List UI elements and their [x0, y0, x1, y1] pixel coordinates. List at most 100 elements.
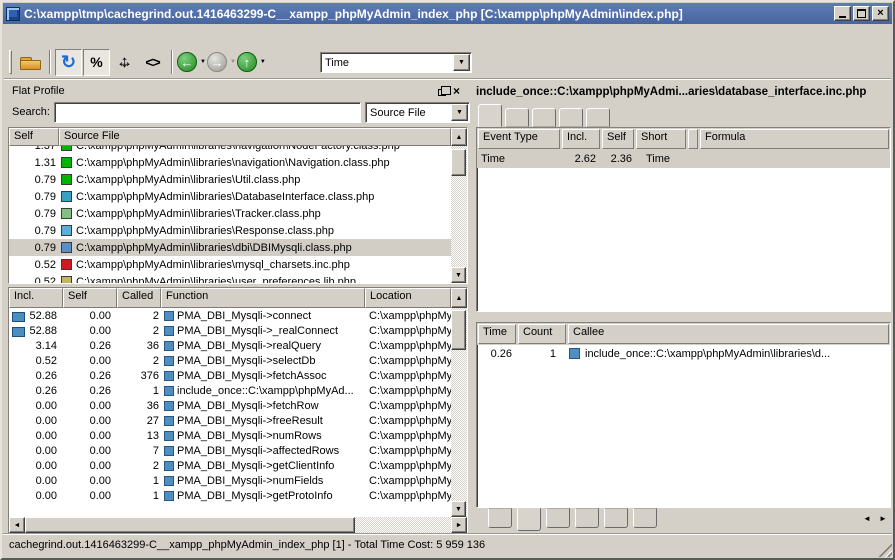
maximize-button[interactable]	[853, 6, 870, 21]
column-header-function[interactable]: Function	[161, 288, 365, 308]
combo-dropdown-button[interactable]: ▼	[451, 104, 468, 121]
open-file-button[interactable]	[17, 49, 44, 76]
scrollbar-thumb[interactable]	[25, 517, 355, 533]
file-list-vscrollbar[interactable]: ▼	[451, 146, 467, 283]
function-row[interactable]: 52.88 0.00 2 PMA_DBI_Mysqli->connect C:\…	[9, 308, 451, 323]
menu-item[interactable]	[34, 34, 38, 36]
file-row[interactable]: 0.52 C:\xampp\phpMyAdmin\libraries\user_…	[9, 273, 451, 283]
function-row[interactable]: 0.00 0.00 1 PMA_DBI_Mysqli->numFields C:…	[9, 473, 451, 488]
combo-dropdown-button[interactable]: ▼	[453, 54, 470, 71]
menu-item[interactable]	[76, 34, 80, 36]
forward-button[interactable]: → ▼	[207, 49, 236, 76]
detail-tab[interactable]	[586, 108, 610, 127]
column-header-self[interactable]: Self	[63, 288, 117, 308]
file-row[interactable]: 1.37 C:\xampp\phpMyAdmin\libraries\navig…	[9, 146, 451, 154]
tab-scroll-right-button[interactable]: ►	[875, 509, 891, 528]
column-header-incl[interactable]: Incl.	[562, 129, 600, 149]
scrollbar-track[interactable]	[25, 517, 451, 533]
scroll-down-button[interactable]: ▼	[451, 501, 466, 517]
menu-item[interactable]	[97, 34, 101, 36]
detail-bottom-tab[interactable]	[633, 508, 657, 528]
function-table-vscrollbar[interactable]: ▼	[451, 308, 467, 517]
detail-tab[interactable]	[532, 108, 556, 127]
toolbar-handle[interactable]	[9, 50, 12, 74]
dock-layout-button[interactable]: ↔ ↕	[111, 49, 138, 76]
detail-bottom-tab[interactable]	[517, 508, 541, 531]
file-self-cost: 0.52	[9, 259, 61, 271]
function-row[interactable]: 0.00 0.00 7 PMA_DBI_Mysqli->affectedRows…	[9, 443, 451, 458]
function-row[interactable]: 3.14 0.26 36 PMA_DBI_Mysqli->realQuery C…	[9, 338, 451, 353]
flat-profile-dock-header[interactable]: Flat Profile ×	[8, 82, 468, 99]
detail-tab[interactable]	[505, 108, 529, 127]
function-row[interactable]: 52.88 0.00 2 PMA_DBI_Mysqli->_realConnec…	[9, 323, 451, 338]
scroll-left-button[interactable]: ◄	[9, 517, 25, 533]
menu-item[interactable]	[55, 34, 59, 36]
file-path: C:\xampp\phpMyAdmin\libraries\Util.class…	[76, 174, 300, 186]
column-header-callee[interactable]: Callee	[568, 324, 889, 344]
file-row[interactable]: 0.52 C:\xampp\phpMyAdmin\libraries\mysql…	[9, 256, 451, 273]
event-types-header: Event Type Incl. Self Short Formula	[477, 128, 890, 150]
detail-tab[interactable]	[478, 104, 502, 127]
function-row[interactable]: 0.00 0.00 36 PMA_DBI_Mysqli->fetchRow C:…	[9, 398, 451, 413]
detail-bottom-tab[interactable]	[604, 508, 628, 528]
scroll-right-button[interactable]: ►	[451, 517, 467, 533]
column-header-formula[interactable]: Formula	[700, 129, 889, 149]
cell-incl: 0.00	[9, 490, 63, 502]
column-header-source-file[interactable]: Source File	[59, 128, 451, 146]
file-row[interactable]: 0.79 C:\xampp\phpMyAdmin\libraries\Datab…	[9, 188, 451, 205]
column-header-self[interactable]: Self	[9, 128, 59, 146]
function-row[interactable]: 0.00 0.00 2 PMA_DBI_Mysqli->getClientInf…	[9, 458, 451, 473]
file-cost-icon	[61, 191, 72, 202]
menu-item[interactable]	[13, 34, 17, 36]
callee-row[interactable]: 0.26 1 include_once::C:\xampp\phpMyAdmin…	[477, 345, 890, 362]
file-row[interactable]: 0.79 C:\xampp\phpMyAdmin\libraries\Util.…	[9, 171, 451, 188]
dock-close-button[interactable]: ×	[449, 84, 464, 98]
column-header-event-type[interactable]: Event Type	[478, 129, 560, 149]
detail-tab[interactable]	[559, 108, 583, 127]
dock-float-button[interactable]	[434, 84, 449, 98]
scroll-up-button[interactable]: ▲	[451, 288, 467, 308]
function-row[interactable]: 0.52 0.00 2 PMA_DBI_Mysqli->selectDb C:\…	[9, 353, 451, 368]
column-header-time[interactable]: Time	[478, 324, 516, 344]
function-row[interactable]: 0.00 0.00 1 PMA_DBI_Mysqli->getProtoInfo…	[9, 488, 451, 503]
close-button[interactable]: ×	[872, 6, 889, 21]
function-row[interactable]: 0.00 0.00 13 PMA_DBI_Mysqli->numRows C:\…	[9, 428, 451, 443]
file-row[interactable]: 0.79 C:\xampp\phpMyAdmin\libraries\Track…	[9, 205, 451, 222]
status-text: cachegrind.out.1416463299-C__xampp_phpMy…	[9, 539, 886, 551]
file-row[interactable]: 0.79 C:\xampp\phpMyAdmin\libraries\dbi\D…	[9, 239, 451, 256]
relative-percent-toggle[interactable]: %	[83, 49, 110, 76]
cost-bar-icon	[12, 327, 25, 337]
scroll-down-button[interactable]: ▼	[451, 267, 466, 283]
scroll-up-button[interactable]: ▲	[451, 128, 467, 146]
tab-scroll-left-button[interactable]: ◄	[859, 509, 875, 528]
move-cross-icon: ↔ ↕	[115, 52, 135, 72]
column-header-self[interactable]: Self	[602, 129, 634, 149]
detail-bottom-tab[interactable]	[546, 508, 570, 528]
detail-bottom-tab[interactable]	[575, 508, 599, 528]
file-self-cost: 0.79	[9, 174, 61, 186]
title-bar[interactable]: C:\xampp\tmp\cachegrind.out.1416463299-C…	[3, 3, 892, 24]
reload-button[interactable]: ↻	[55, 49, 82, 76]
detail-bottom-tab[interactable]	[488, 508, 512, 528]
column-header-called[interactable]: Called	[117, 288, 161, 308]
minimize-button[interactable]	[834, 6, 851, 21]
search-input[interactable]	[54, 102, 361, 123]
event-type-row[interactable]: Time 2.62 2.36 Time	[477, 150, 890, 168]
function-row[interactable]: 0.26 0.26 376 PMA_DBI_Mysqli->fetchAssoc…	[9, 368, 451, 383]
file-row[interactable]: 1.31 C:\xampp\phpMyAdmin\libraries\navig…	[9, 154, 451, 171]
up-button[interactable]: ↑ ▼	[237, 49, 266, 76]
column-header-location[interactable]: Location	[365, 288, 451, 308]
cycle-detection-button[interactable]: <>	[139, 49, 166, 76]
back-button[interactable]: ← ▼	[177, 49, 206, 76]
grouping-select[interactable]: Source File ▼	[365, 102, 470, 123]
scrollbar-thumb[interactable]	[451, 149, 466, 176]
column-header-count[interactable]: Count	[518, 324, 566, 344]
column-header-short[interactable]: Short	[636, 129, 686, 149]
function-table-hscrollbar[interactable]: ◄ ►	[9, 517, 467, 533]
file-row[interactable]: 0.79 C:\xampp\phpMyAdmin\libraries\Respo…	[9, 222, 451, 239]
scrollbar-thumb[interactable]	[451, 310, 466, 350]
function-row[interactable]: 0.00 0.00 27 PMA_DBI_Mysqli->freeResult …	[9, 413, 451, 428]
function-row[interactable]: 0.26 0.26 1 include_once::C:\xampp\phpMy…	[9, 383, 451, 398]
column-header-incl[interactable]: Incl.	[9, 288, 63, 308]
event-type-select[interactable]: Time ▼	[320, 52, 472, 73]
